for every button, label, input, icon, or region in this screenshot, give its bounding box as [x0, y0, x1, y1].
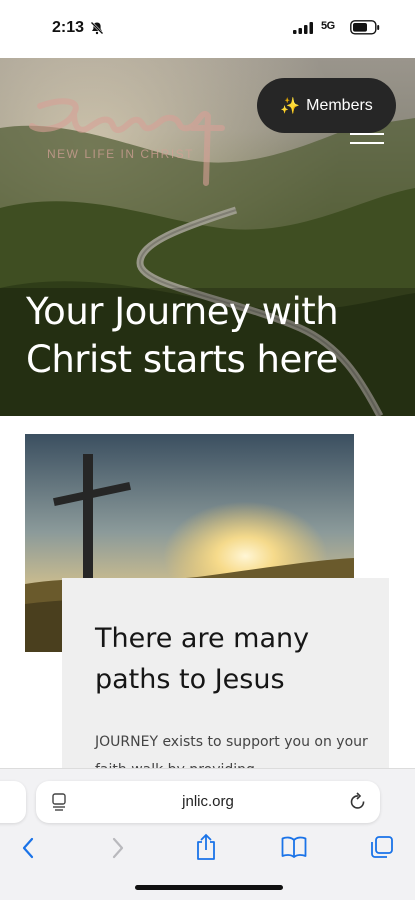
battery-icon [350, 20, 380, 35]
card-title: There are many paths to Jesus [95, 623, 310, 695]
intro-card: There are many paths to Jesus JOURNEY ex… [62, 578, 389, 788]
reload-icon[interactable] [349, 792, 367, 812]
sparkles-icon: ✨ [280, 97, 301, 115]
members-button[interactable]: ✨ Members [257, 78, 396, 133]
signal-icon [293, 22, 313, 34]
status-bar: 2:13 5G [0, 0, 415, 58]
journey-logo [29, 98, 225, 186]
hero-banner: NEW LIFE IN CHRIST ✨ Members Your Journe… [0, 58, 415, 416]
previous-tab-preview[interactable] [0, 781, 26, 823]
hero-title: Your Journey with Christ starts here [26, 290, 339, 381]
forward-icon[interactable] [108, 835, 128, 861]
url-text: jnlic.org [182, 793, 234, 810]
address-bar[interactable]: jnlic.org [36, 781, 380, 823]
hamburger-menu-icon[interactable] [350, 133, 386, 147]
bell-slash-icon [90, 21, 104, 35]
browser-toolbar: jnlic.org [0, 768, 415, 900]
home-indicator[interactable] [135, 885, 283, 890]
hero-tagline: NEW LIFE IN CHRIST [47, 147, 195, 161]
bookmarks-icon[interactable] [281, 835, 307, 859]
share-icon[interactable] [195, 833, 217, 861]
status-time: 2:13 [52, 19, 85, 36]
back-icon[interactable] [18, 835, 38, 861]
members-label: Members [306, 96, 373, 114]
network-type: 5G [321, 20, 335, 32]
tabs-icon[interactable] [370, 835, 394, 859]
